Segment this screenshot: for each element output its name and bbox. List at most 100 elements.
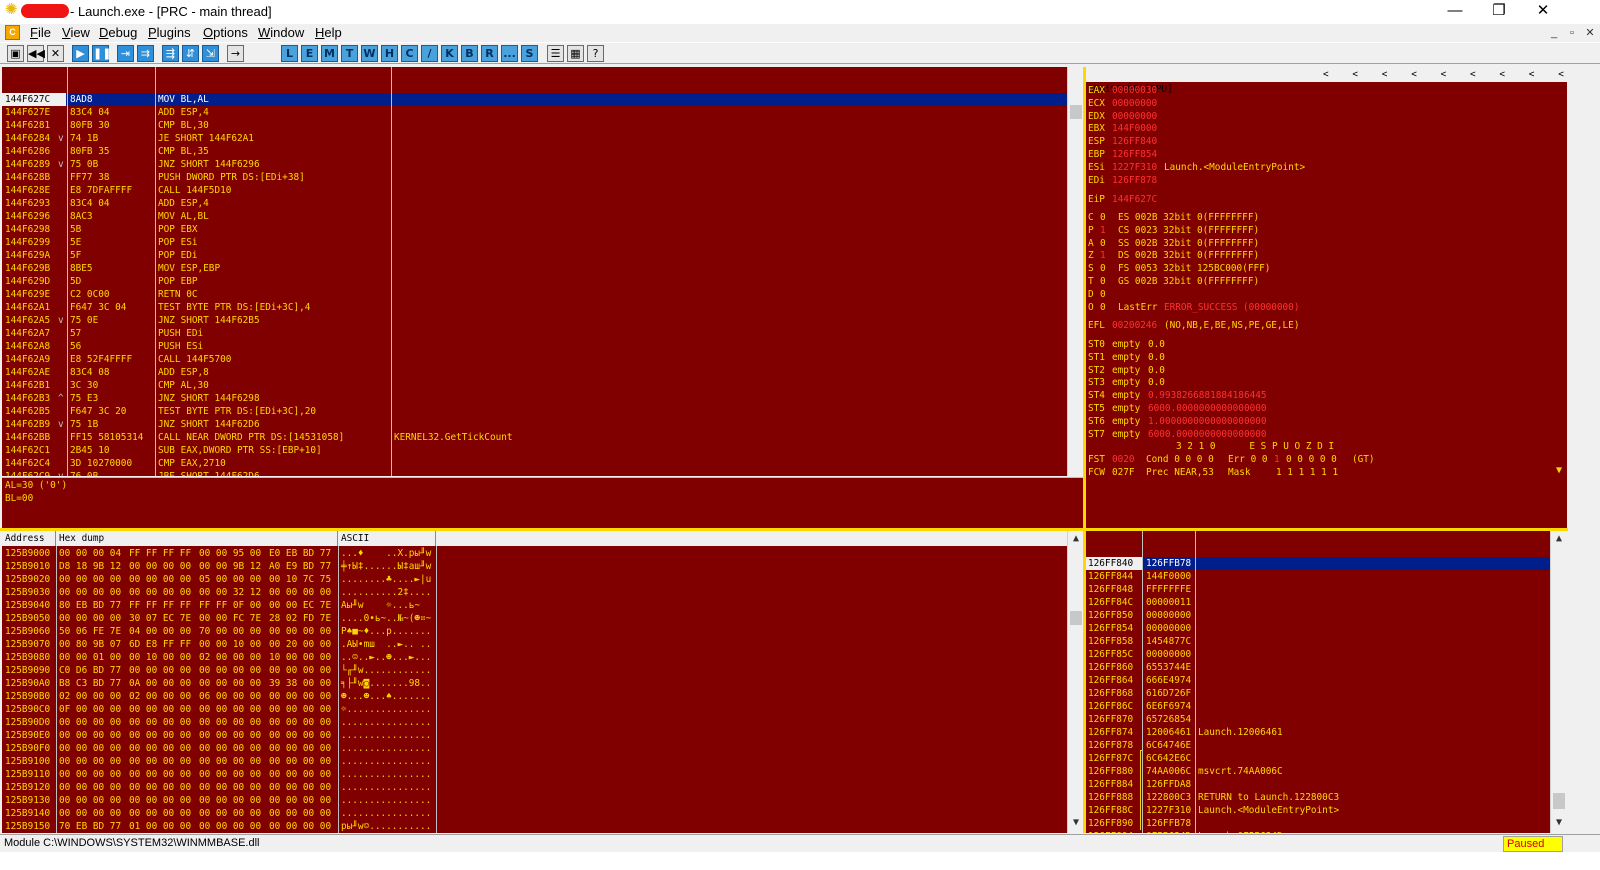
stack-pane[interactable]: 126FF840 126FFB78 126FF844 144F0000 126FF848… (1086, 531, 1567, 833)
dump-hex-group[interactable]: 00 00 00 00 (269, 742, 331, 755)
close-process-icon[interactable]: ✕ (47, 45, 64, 62)
disassembly-pane[interactable]: 144F627C 8AD8 MOV BL,AL 144F627E 83C4 04 ADD … (2, 67, 1085, 476)
stack-value[interactable]: 12006461 (1146, 726, 1191, 739)
mdi-child-icon[interactable]: C (5, 25, 20, 40)
stack-value[interactable]: 74AA006C (1146, 765, 1191, 778)
register-value[interactable]: 126FF854 (1112, 148, 1157, 161)
dump-row[interactable]: 125B9070 00 80 9B 07 6D E8 FF FF 00 00 10 0… (2, 638, 1067, 651)
register-panel-chevron-icon[interactable]: < (1382, 67, 1388, 82)
disassembly-row[interactable]: 144F629B 8BE5 MOV ESP,EBP (2, 262, 1085, 275)
pane-divider[interactable] (1083, 67, 1086, 833)
stack-value[interactable]: 6E6F6974 (1146, 700, 1191, 713)
stack-value[interactable]: 6C642E6C (1146, 752, 1191, 765)
dump-hex-group[interactable]: B8 C3 BD 77 (59, 677, 121, 690)
dump-row[interactable]: 125B9120 00 00 00 00 00 00 00 00 00 00 00 0… (2, 781, 1067, 794)
toolbar-window-e-button[interactable]: E (301, 45, 318, 62)
dump-hex-group[interactable]: 00 00 01 00 (59, 651, 121, 664)
stack-row[interactable]: 126FF840 126FFB78 (1086, 557, 1567, 570)
menu-options[interactable]: Options (203, 25, 248, 40)
fpu-value[interactable]: 0.0 (1148, 364, 1165, 377)
dump-hex-group[interactable]: 00 00 00 00 (199, 807, 261, 820)
dump-hex-group[interactable]: 00 00 00 00 (199, 742, 261, 755)
dump-row[interactable]: 125B90D0 00 00 00 00 00 00 00 00 00 00 00 0… (2, 716, 1067, 729)
stack-row[interactable]: 126FF864 666E4974 (1086, 674, 1567, 687)
stack-value[interactable]: 65726854 (1146, 713, 1191, 726)
dump-hex-group[interactable]: 00 00 00 00 (59, 573, 121, 586)
dump-hex-group[interactable]: 00 00 00 00 (199, 664, 261, 677)
disassembly-row[interactable]: 144F6298 5B POP EBX (2, 223, 1085, 236)
register-value[interactable]: 126FF878 (1112, 174, 1157, 187)
stack-row[interactable]: 126FF874 12006461 Launch.12006461 (1086, 726, 1567, 739)
dump-hex-group[interactable]: 00 00 00 04 (59, 547, 121, 560)
register-panel-chevron-icon[interactable]: < (1323, 67, 1329, 82)
dump-hex-group[interactable]: 00 00 00 00 (59, 781, 121, 794)
stack-value[interactable]: 00000000 (1146, 622, 1191, 635)
open-icon[interactable]: ▣ (7, 45, 24, 62)
stack-row[interactable]: 126FF858 1454877C (1086, 635, 1567, 648)
dump-row[interactable]: 125B9140 00 00 00 00 00 00 00 00 00 00 00 0… (2, 807, 1067, 820)
dump-hex-group[interactable]: FF FF FF FF (129, 547, 191, 560)
stack-row[interactable]: 126FF860 6553744E (1086, 661, 1567, 674)
disassembly-row[interactable]: 144F62A5 v 75 0E JNZ SHORT 144F62B5 (2, 314, 1085, 327)
fpu-value[interactable]: 1.0000000000000000000 (1148, 415, 1267, 428)
disassembly-row[interactable]: 144F629E C2 0C00 RETN 0C (2, 288, 1085, 301)
disassembly-row[interactable]: 144F62C9 v 76 0B JBE SHORT 144F62D6 (2, 470, 1085, 476)
register-panel-chevron-icon[interactable]: < (1558, 67, 1564, 82)
menu-help[interactable]: Help (315, 25, 342, 40)
dump-hex-group[interactable]: A0 E9 BD 77 (269, 560, 331, 573)
dump-hex-group[interactable]: C0 D6 BD 77 (59, 664, 121, 677)
trace-over-icon[interactable]: ⇵ (182, 45, 199, 62)
dump-hex-group[interactable]: E0 EB BD 77 (269, 547, 331, 560)
dump-hex-group[interactable]: 02 00 00 00 (199, 651, 261, 664)
dump-hex-group[interactable]: 01 00 00 00 (129, 820, 191, 833)
dump-hex-group[interactable]: 50 06 FE 7E (59, 625, 121, 638)
stack-row[interactable]: 126FF854 00000000 (1086, 622, 1567, 635)
dump-hex-group[interactable]: 00 00 00 00 (129, 807, 191, 820)
toolbar-window-s-button[interactable]: S (521, 45, 538, 62)
toolbar-window-b-button[interactable]: B (461, 45, 478, 62)
dump-hex-group[interactable]: 00 00 00 00 (129, 560, 191, 573)
toolbar-window-t-button[interactable]: T (341, 45, 358, 62)
disassembly-row[interactable]: 144F62AE 83C4 08 ADD ESP,8 (2, 366, 1085, 379)
pane-divider[interactable] (0, 528, 1568, 531)
dump-hex-group[interactable]: 00 00 00 00 (59, 716, 121, 729)
dump-hex-group[interactable]: 00 00 00 00 (199, 794, 261, 807)
fpu-value[interactable]: 0.9938266881884186445 (1148, 389, 1267, 402)
dump-row[interactable]: 125B9030 00 00 00 00 00 00 00 00 00 00 32 1… (2, 586, 1067, 599)
dump-hex-group[interactable]: 00 00 9B 12 (199, 560, 261, 573)
toolbar-window-l-button[interactable]: L (281, 45, 298, 62)
stack-row[interactable]: 126FF878 6C64746E (1086, 739, 1567, 752)
registers-scrollbar[interactable]: ▼ (1551, 82, 1567, 528)
toolbar-window-c-button[interactable]: C (401, 45, 418, 62)
disassembly-row[interactable]: 144F6284 v 74 1B JE SHORT 144F62A1 (2, 132, 1085, 145)
dump-hex-group[interactable]: 00 00 00 00 (199, 781, 261, 794)
dump-hex-group[interactable]: 70 EB BD 77 (59, 820, 121, 833)
stack-value[interactable]: 00000000 (1146, 609, 1191, 622)
register-panel-chevron-icon[interactable]: < (1411, 67, 1417, 82)
disassembly-row[interactable]: 144F62B9 v 75 1B JNZ SHORT 144F62D6 (2, 418, 1085, 431)
dump-hex-group[interactable]: FF FF 0F 00 (199, 599, 261, 612)
register-value[interactable]: 00000000 (1112, 97, 1157, 110)
stack-row[interactable]: 126FF844 144F0000 (1086, 570, 1567, 583)
dump-hex-group[interactable]: 00 00 EC 7E (269, 599, 331, 612)
dump-hex-group[interactable]: 0F 00 00 00 (59, 703, 121, 716)
trace-into-icon[interactable]: ⇶ (162, 45, 179, 62)
dump-hex-group[interactable]: 28 02 FD 7E (269, 612, 331, 625)
pause-icon[interactable]: ❚❚ (92, 45, 111, 62)
fpu-value[interactable]: 0.0 (1148, 351, 1165, 364)
dump-hex-group[interactable]: 00 00 00 00 (269, 703, 331, 716)
stack-row[interactable]: 126FF894 0F5B634D Launch.0F5B634D (1086, 830, 1567, 833)
register-panel-chevron-icon[interactable]: < (1529, 67, 1535, 82)
disassembly-row[interactable]: 144F62B3 ^ 75 E3 JNZ SHORT 144F6298 (2, 392, 1085, 405)
disassembly-row[interactable]: 144F6299 5E POP ESi (2, 236, 1085, 249)
disassembly-row[interactable]: 144F6293 83C4 04 ADD ESP,4 (2, 197, 1085, 210)
dump-row[interactable]: 125B9040 80 EB BD 77 FF FF FF FF FF FF 0F 0… (2, 599, 1067, 612)
toolbar-window-k-button[interactable]: K (441, 45, 458, 62)
register-value[interactable]: 00000000 (1112, 110, 1157, 123)
dump-hex-group[interactable]: 00 00 00 00 (199, 716, 261, 729)
dump-hex-group[interactable]: 80 EB BD 77 (59, 599, 121, 612)
step-into-icon[interactable]: ⇥ (117, 45, 134, 62)
dump-row[interactable]: 125B9150 70 EB BD 77 01 00 00 00 00 00 00 0… (2, 820, 1067, 833)
dump-row[interactable]: 125B9050 00 00 00 00 30 07 EC 7E 00 00 FC 7… (2, 612, 1067, 625)
minimize-button[interactable]: — (1432, 0, 1478, 24)
